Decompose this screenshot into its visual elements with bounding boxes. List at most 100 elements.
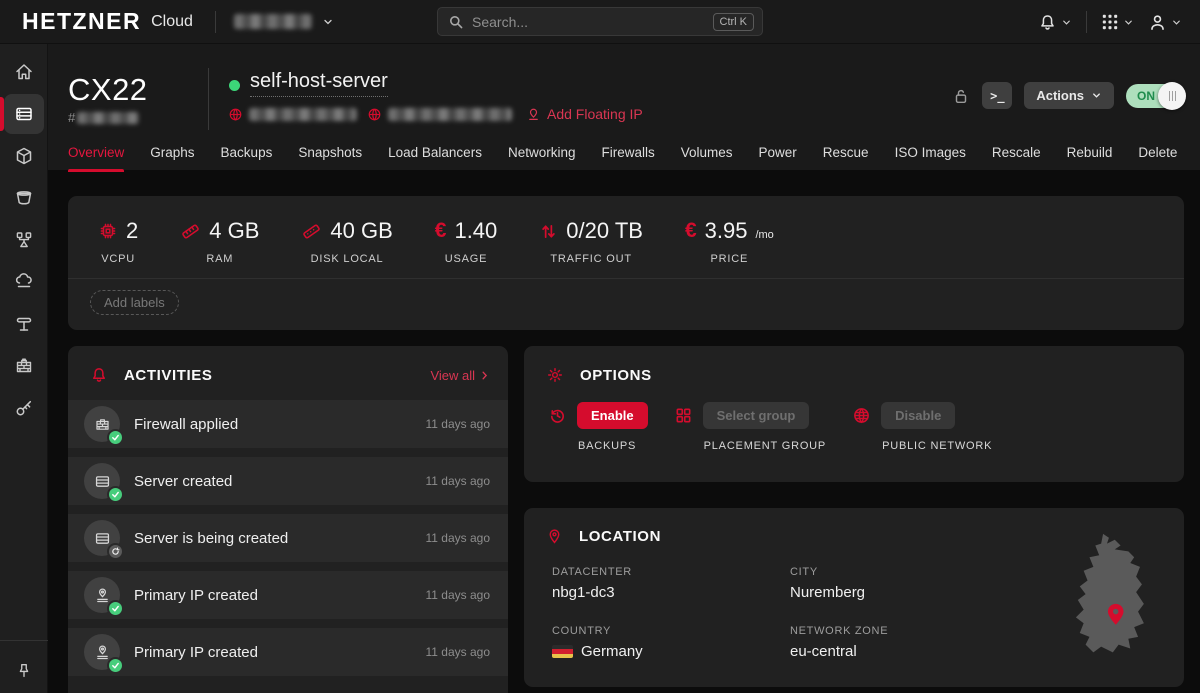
search-input[interactable] xyxy=(472,14,713,30)
activities-panel: ACTIVITIES View all Firewall applied 11 … xyxy=(68,346,508,693)
ipv4-group xyxy=(228,107,357,122)
globe-icon xyxy=(367,107,382,122)
tab-snapshots[interactable]: Snapshots xyxy=(298,145,362,172)
header-divider xyxy=(208,68,209,130)
location-field-network-zone: NETWORK ZONE eu-central xyxy=(790,625,1030,660)
option-label: PUBLIC NETWORK xyxy=(882,440,992,452)
globe-icon xyxy=(852,406,871,425)
topbar-actions xyxy=(1038,0,1182,44)
stat-ram: 4 GB RAM xyxy=(180,218,259,265)
options-title: OPTIONS xyxy=(580,367,652,384)
activity-title: Primary IP created xyxy=(134,587,258,604)
console-button[interactable]: >_ xyxy=(982,82,1012,109)
activity-row[interactable]: Firewall applied 11 days ago xyxy=(68,400,508,448)
cube-icon xyxy=(14,146,34,166)
server-name[interactable]: self-host-server xyxy=(250,70,388,97)
project-name-redacted xyxy=(234,14,312,29)
view-all-link[interactable]: View all xyxy=(430,368,490,383)
ipv4-redacted xyxy=(249,108,357,121)
activity-avatar xyxy=(84,520,120,556)
user-icon xyxy=(1148,13,1167,32)
bell-icon xyxy=(90,366,108,384)
server-tabs: Overview Graphs Backups Snapshots Load B… xyxy=(68,136,1177,170)
activity-time: 11 days ago xyxy=(426,417,491,431)
apps-menu[interactable] xyxy=(1101,13,1134,31)
activity-time: 11 days ago xyxy=(426,531,491,545)
grid-apps-icon xyxy=(1101,13,1119,31)
server-id-redacted xyxy=(77,112,139,124)
sidebar-item-pin[interactable] xyxy=(4,651,44,691)
tab-delete[interactable]: Delete xyxy=(1138,145,1177,172)
sidebar-item-home[interactable] xyxy=(4,52,44,92)
notifications-menu[interactable] xyxy=(1038,13,1072,32)
disable-public-network-button: Disable xyxy=(881,402,955,429)
topbar-separator xyxy=(1086,11,1087,33)
success-check-icon xyxy=(107,657,124,674)
sidebar-item-floating-ips[interactable] xyxy=(4,262,44,302)
activity-row[interactable]: Server created 11 days ago xyxy=(68,457,508,505)
sidebar-item-firewalls[interactable] xyxy=(4,346,44,386)
view-all-label: View all xyxy=(430,368,475,383)
stat-price: € 3.95 /mo PRICE xyxy=(685,218,774,265)
tab-firewalls[interactable]: Firewalls xyxy=(601,145,654,172)
stats-divider xyxy=(68,278,1184,279)
tab-power[interactable]: Power xyxy=(759,145,797,172)
tab-volumes[interactable]: Volumes xyxy=(681,145,733,172)
sidebar-item-networks[interactable] xyxy=(4,304,44,344)
options-header: OPTIONS xyxy=(524,346,1184,384)
add-labels-button[interactable]: Add labels xyxy=(90,290,179,315)
server-icon xyxy=(14,104,34,124)
tab-overview[interactable]: Overview xyxy=(68,145,124,172)
power-toggle-knob[interactable] xyxy=(1158,82,1186,110)
power-toggle[interactable]: ON xyxy=(1126,84,1184,108)
project-selector[interactable] xyxy=(234,14,334,29)
sidebar-item-images[interactable] xyxy=(4,136,44,176)
sidebar-item-storage-boxes[interactable] xyxy=(4,178,44,218)
euro-icon: € xyxy=(435,219,447,243)
stat-traffic: 0/20 TB TRAFFIC OUT xyxy=(539,218,643,265)
server-header: CX22 # self-host-server Add Floating IP xyxy=(48,44,1200,170)
tab-iso-images[interactable]: ISO Images xyxy=(895,145,966,172)
success-check-icon xyxy=(107,600,124,617)
server-type: CX22 xyxy=(68,72,148,108)
options-row: Enable BACKUPS Select group PLACEMENT GR… xyxy=(524,384,1184,452)
lock-button[interactable] xyxy=(952,87,970,105)
field-label: DATACENTER xyxy=(552,566,790,578)
primary-ip-icon xyxy=(94,644,111,661)
tab-graphs[interactable]: Graphs xyxy=(150,145,194,172)
activity-row[interactable]: Server is being created 11 days ago xyxy=(68,514,508,562)
search-bar[interactable]: Ctrl K xyxy=(437,7,763,36)
stat-value: 0/20 TB xyxy=(566,218,643,244)
activity-row[interactable]: Primary IP created 11 days ago xyxy=(68,571,508,619)
options-panel: OPTIONS Enable BACKUPS Select group PLAC… xyxy=(524,346,1184,482)
tab-networking[interactable]: Networking xyxy=(508,145,576,172)
success-check-icon xyxy=(107,429,124,446)
tab-backups[interactable]: Backups xyxy=(221,145,273,172)
account-menu[interactable] xyxy=(1148,13,1182,32)
sidebar-bottom xyxy=(0,640,48,693)
home-icon xyxy=(14,62,34,82)
activity-time: 11 days ago xyxy=(426,588,491,602)
tab-rebuild[interactable]: Rebuild xyxy=(1067,145,1113,172)
actions-button[interactable]: Actions xyxy=(1024,82,1114,109)
cloud-wordmark: Cloud xyxy=(151,13,193,31)
activity-avatar xyxy=(84,463,120,499)
server-id: # xyxy=(68,110,139,125)
primary-ip-icon xyxy=(94,587,111,604)
ipv6-group xyxy=(367,107,512,122)
add-floating-ip-link[interactable]: Add Floating IP xyxy=(526,106,643,122)
sidebar-item-load-balancers[interactable] xyxy=(4,220,44,260)
sidebar-item-security[interactable] xyxy=(4,388,44,428)
enable-backups-button[interactable]: Enable xyxy=(577,402,648,429)
field-label: CITY xyxy=(790,566,1030,578)
tab-rescue[interactable]: Rescue xyxy=(823,145,869,172)
floating-ip-icon xyxy=(14,272,34,292)
option-label: PLACEMENT GROUP xyxy=(704,440,826,452)
sidebar-item-servers[interactable] xyxy=(4,94,44,134)
tab-rescale[interactable]: Rescale xyxy=(992,145,1041,172)
tab-load-balancers[interactable]: Load Balancers xyxy=(388,145,482,172)
hetzner-cloud-console: HETZNER Cloud Ctrl K xyxy=(0,0,1200,693)
activity-row[interactable]: Primary IP created 11 days ago xyxy=(68,628,508,676)
add-floating-ip-label: Add Floating IP xyxy=(547,106,643,122)
ram-icon xyxy=(180,221,201,242)
